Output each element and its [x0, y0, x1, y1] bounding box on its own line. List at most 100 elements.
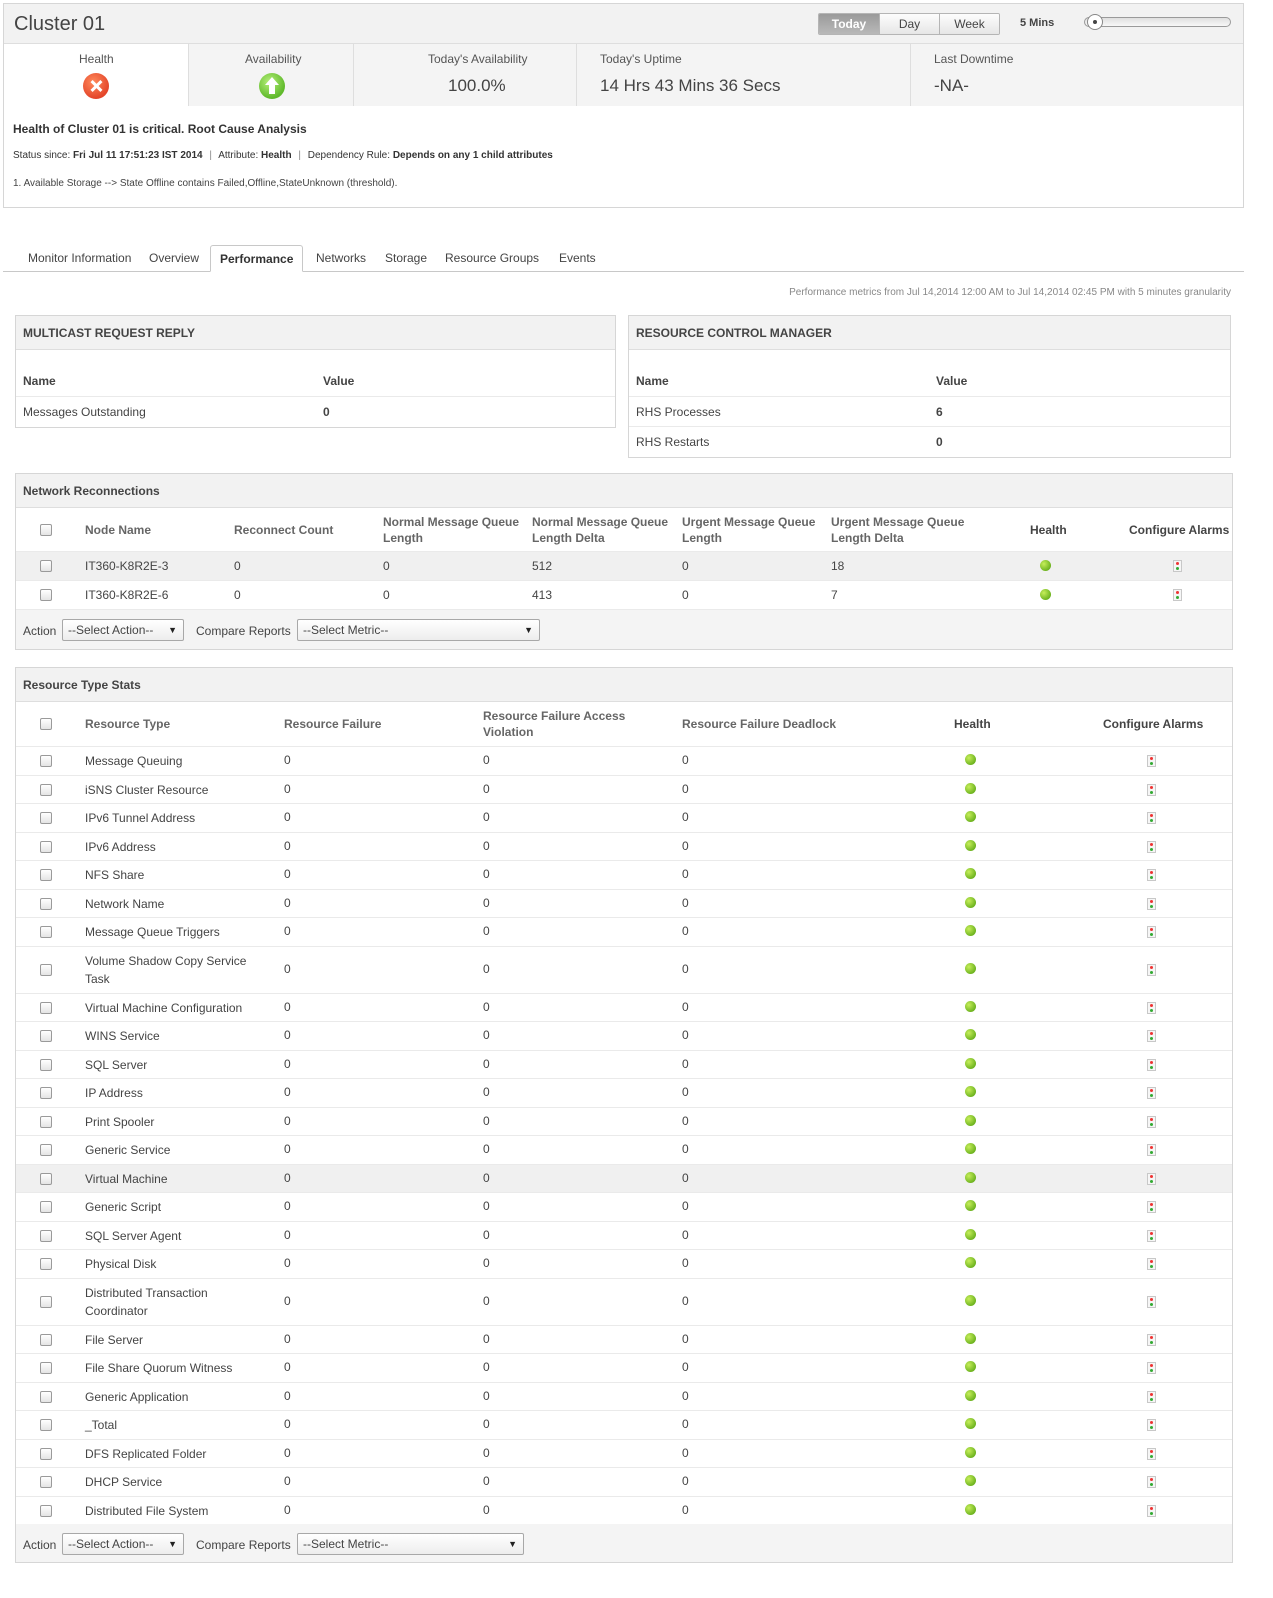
row-checkbox[interactable] [40, 1087, 52, 1100]
tab-storage[interactable]: Storage [385, 251, 427, 265]
row-checkbox[interactable] [40, 1419, 52, 1432]
row-checkbox[interactable] [40, 755, 52, 768]
availability-up-icon[interactable] [259, 73, 285, 99]
configure-alarm-icon[interactable] [1173, 589, 1182, 601]
configure-alarm-icon[interactable] [1147, 1258, 1156, 1271]
row-checkbox[interactable] [40, 1001, 52, 1014]
configure-alarm-icon[interactable] [1147, 869, 1156, 882]
row-checkbox[interactable] [40, 1258, 52, 1271]
configure-alarm-icon[interactable] [1147, 1333, 1156, 1346]
tab-monitor-information[interactable]: Monitor Information [28, 251, 131, 265]
row-checkbox[interactable] [40, 1476, 52, 1489]
configure-alarm-icon[interactable] [1147, 1476, 1156, 1489]
row-checkbox[interactable] [40, 1229, 52, 1242]
configure-alarm-icon[interactable] [1147, 1115, 1156, 1128]
row-checkbox[interactable] [40, 1144, 52, 1157]
row-checkbox[interactable] [40, 1115, 52, 1128]
resource-type-name: DFS Replicated Folder [85, 1446, 206, 1462]
select-all-checkbox[interactable] [40, 524, 52, 536]
configure-alarm-icon[interactable] [1147, 1172, 1156, 1185]
action-select[interactable]: --Select Action-- ▼ [62, 619, 184, 641]
configure-alarm-icon[interactable] [1147, 926, 1156, 939]
cell-f: 0 [284, 1085, 291, 1100]
configure-alarm-icon[interactable] [1147, 1296, 1156, 1308]
row-checkbox[interactable] [40, 560, 52, 572]
resource-type-name: DHCP Service [85, 1474, 162, 1490]
metric-value: 0 [323, 405, 330, 419]
row-checkbox[interactable] [40, 869, 52, 882]
configure-alarm-icon[interactable] [1147, 1362, 1156, 1375]
col-name: Name [23, 374, 56, 388]
row-checkbox[interactable] [40, 1333, 52, 1346]
configure-alarm-icon[interactable] [1147, 1419, 1156, 1432]
configure-alarm-icon[interactable] [1147, 1001, 1156, 1014]
row-checkbox[interactable] [40, 897, 52, 910]
row-checkbox[interactable] [40, 783, 52, 796]
configure-alarm-icon[interactable] [1147, 1030, 1156, 1043]
row-checkbox[interactable] [40, 1447, 52, 1460]
configure-alarm-icon[interactable] [1147, 755, 1156, 768]
col-urgent-queue-length-delta[interactable]: Urgent Message Queue Length Delta [831, 514, 964, 546]
row-checkbox[interactable] [40, 589, 52, 601]
row-checkbox[interactable] [40, 1362, 52, 1375]
tab-performance[interactable]: Performance [210, 245, 304, 272]
critical-health-icon[interactable] [83, 73, 109, 99]
configure-alarm-icon[interactable] [1147, 1058, 1156, 1071]
row-checkbox[interactable] [40, 1172, 52, 1185]
row-checkbox[interactable] [40, 926, 52, 939]
tab-networks[interactable]: Networks [316, 251, 366, 265]
col-resource-failure[interactable]: Resource Failure [284, 716, 381, 732]
col-normal-queue-length-delta[interactable]: Normal Message Queue Length Delta [532, 514, 668, 546]
row-checkbox[interactable] [40, 1201, 52, 1214]
configure-alarm-icon[interactable] [1173, 560, 1182, 572]
row-checkbox[interactable] [40, 812, 52, 825]
cell-d: 0 [682, 1028, 689, 1043]
chevron-down-icon: ▼ [168, 1539, 177, 1549]
configure-alarm-icon[interactable] [1147, 1447, 1156, 1460]
row-checkbox[interactable] [40, 1504, 52, 1517]
configure-alarm-icon[interactable] [1147, 783, 1156, 796]
configure-alarm-icon[interactable] [1147, 1229, 1156, 1242]
configure-alarm-icon[interactable] [1147, 1087, 1156, 1100]
col-access-violation[interactable]: Resource Failure Access Violation [483, 708, 625, 740]
row-checkbox[interactable] [40, 1058, 52, 1071]
configure-alarm-icon[interactable] [1147, 964, 1156, 976]
interval-slider[interactable] [1084, 14, 1231, 30]
row-checkbox[interactable] [40, 1390, 52, 1403]
resource-type-line: IPv6 Tunnel Address [85, 811, 196, 826]
col-deadlock[interactable]: Resource Failure Deadlock [682, 716, 836, 732]
col-urgent-queue-length[interactable]: Urgent Message Queue Length [682, 514, 815, 546]
configure-alarm-icon[interactable] [1147, 1201, 1156, 1214]
configure-alarm-icon[interactable] [1147, 1504, 1156, 1517]
interval-label: 5 Mins [1020, 17, 1055, 29]
resource-type-name: SQL Server Agent [85, 1228, 181, 1244]
metric-select[interactable]: --Select Metric-- ▼ [297, 619, 540, 641]
row-checkbox[interactable] [40, 1296, 52, 1308]
configure-alarm-icon[interactable] [1147, 897, 1156, 910]
period-today-button[interactable]: Today [819, 14, 879, 34]
configure-alarm-icon[interactable] [1147, 1390, 1156, 1403]
col-resource-type[interactable]: Resource Type [85, 716, 170, 732]
tab-resource-groups[interactable]: Resource Groups [445, 251, 539, 265]
row-checkbox[interactable] [40, 1030, 52, 1043]
col-reconnect-count[interactable]: Reconnect Count [234, 522, 333, 538]
configure-alarm-icon[interactable] [1147, 812, 1156, 825]
row-checkbox[interactable] [40, 964, 52, 976]
configure-alarm-icon[interactable] [1147, 1144, 1156, 1157]
period-week-button[interactable]: Week [939, 14, 999, 34]
slider-handle[interactable] [1087, 14, 1103, 30]
configure-alarm-icon[interactable] [1147, 840, 1156, 853]
col-node-name[interactable]: Node Name [85, 522, 151, 538]
row-checkbox[interactable] [40, 840, 52, 853]
cell-f: 0 [284, 1388, 291, 1403]
health-ok-icon [965, 1361, 976, 1373]
col-normal-queue-length[interactable]: Normal Message Queue Length [383, 514, 519, 546]
tab-events[interactable]: Events [559, 251, 596, 265]
table-row: Distributed Transaction Coordinator 0 0 0 [16, 1279, 1232, 1326]
action-select[interactable]: --Select Action-- ▼ [62, 1533, 184, 1555]
select-all-checkbox[interactable] [40, 718, 52, 730]
period-day-button[interactable]: Day [879, 14, 939, 34]
root-cause-link[interactable]: Health of Cluster 01 is critical. Root C… [13, 122, 307, 136]
tab-overview[interactable]: Overview [149, 251, 199, 265]
metric-select[interactable]: --Select Metric-- ▼ [297, 1533, 524, 1555]
